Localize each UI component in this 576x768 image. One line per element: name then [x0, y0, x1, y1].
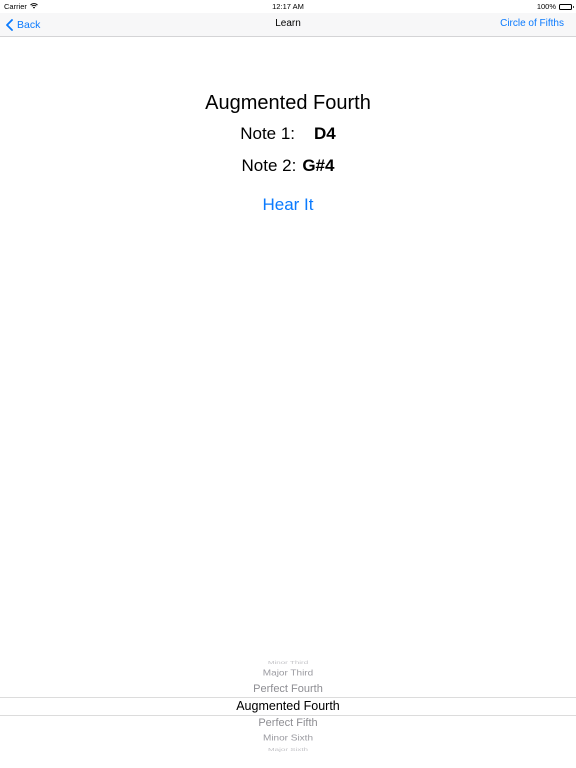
hear-it-button[interactable]: Hear It: [0, 195, 576, 215]
picker-item-selected[interactable]: Augmented Fourth: [0, 699, 576, 713]
navigation-bar: Back Learn Circle of Fifths: [0, 13, 576, 37]
picker-item[interactable]: Perfect Fifth: [0, 717, 576, 729]
note1-row: Note 1: D4: [0, 124, 576, 144]
note1-label: Note 1:: [240, 124, 296, 143]
note2-label: Note 2:: [241, 156, 297, 175]
circle-of-fifths-button[interactable]: Circle of Fifths: [500, 18, 564, 29]
picker-item[interactable]: Minor Third: [0, 660, 576, 665]
note2-row: Note 2: G#4: [0, 156, 576, 176]
note2-value: G#4: [302, 156, 335, 175]
interval-name: Augmented Fourth: [205, 92, 371, 114]
page-title: Learn: [275, 18, 301, 29]
status-bar: Carrier 12:17 AM 100%: [0, 0, 576, 13]
note1-value: D4: [314, 124, 336, 143]
screen: Carrier 12:17 AM 100% Back Learn Circle …: [0, 0, 576, 768]
status-battery-group: 100%: [536, 2, 574, 11]
picker-item[interactable]: Minor Sixth: [0, 734, 576, 743]
picker-item[interactable]: Major Third: [0, 669, 576, 678]
battery-percent: 100%: [536, 2, 556, 11]
picker-item[interactable]: Major Sixth: [0, 747, 576, 752]
picker-item[interactable]: Perfect Fourth: [0, 683, 576, 695]
battery-icon: [559, 3, 574, 10]
interval-picker[interactable]: Minor Third Major Third Perfect Fourth A…: [0, 655, 576, 756]
status-time: 12:17 AM: [272, 2, 304, 11]
